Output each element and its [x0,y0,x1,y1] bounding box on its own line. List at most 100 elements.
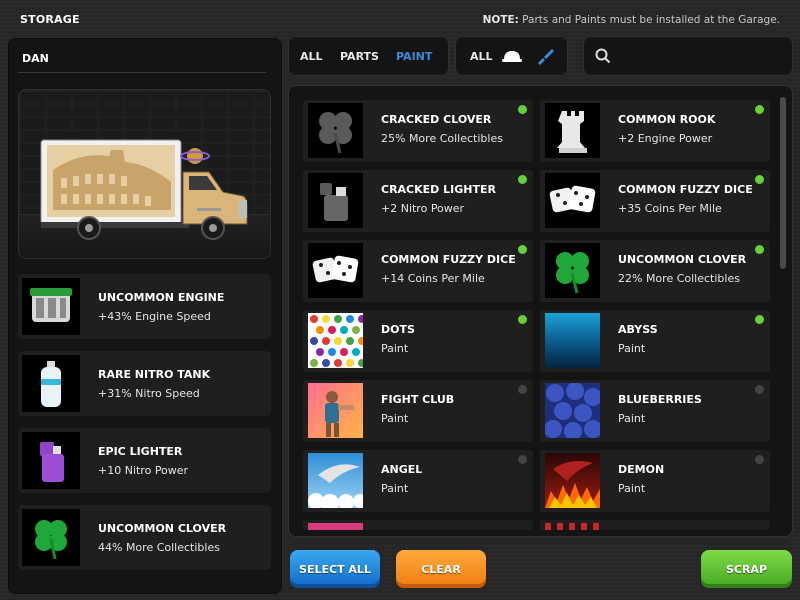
brush-icon[interactable] [536,47,556,65]
item-card[interactable]: DOTS Paint [303,310,533,372]
scrollbar[interactable] [780,97,786,269]
item-desc: 25% More Collectibles [381,132,503,145]
installed-indicator [518,245,527,254]
item-name: ABYSS [618,323,658,336]
item-desc: +10 Nitro Power [98,464,189,477]
tab-paint[interactable]: PAINT [396,50,432,63]
item-card[interactable] [303,520,533,530]
item-name: CRACKED CLOVER [381,113,492,126]
fight-club-paint-icon [308,383,363,438]
note-label: NOTE: [482,14,519,26]
search-box[interactable] [583,36,793,76]
installed-indicator [518,455,527,464]
item-card[interactable]: ABYSS Paint [540,310,770,372]
installed-indicator [755,315,764,324]
item-name: BLUEBERRIES [618,393,702,406]
item-name: CRACKED LIGHTER [381,183,496,196]
blueberries-paint-icon [545,383,600,438]
item-name: COMMON FUZZY DICE [381,253,516,266]
equipped-item[interactable]: UNCOMMON ENGINE +43% Engine Speed [18,274,271,339]
page-title: STORAGE [20,13,80,26]
item-desc: 22% More Collectibles [618,272,740,285]
item-desc: +2 Engine Power [618,132,713,145]
demon-paint-icon [545,453,600,508]
installed-indicator [755,175,764,184]
item-card[interactable]: CRACKED CLOVER 25% More Collectibles [303,100,533,162]
item-name: ANGEL [381,463,423,476]
dice-icon [308,243,363,298]
item-card[interactable] [540,520,770,530]
clear-button[interactable]: CLEAR [396,550,486,588]
type-all[interactable]: ALL [470,50,493,63]
item-name: UNCOMMON CLOVER [98,522,227,535]
item-desc: 44% More Collectibles [98,541,220,554]
installed-indicator [518,315,527,324]
paint-thumbnail [545,523,600,530]
installed-indicator [518,385,527,394]
note-text: Parts and Paints must be installed at th… [522,14,780,26]
installed-indicator [518,105,527,114]
hat-icon[interactable] [501,48,523,64]
installed-indicator [755,455,764,464]
item-desc: Paint [618,412,646,425]
search-icon [595,48,611,64]
item-name: UNCOMMON CLOVER [618,253,747,266]
rook-icon [545,103,600,158]
clover-icon [22,509,80,566]
cracked-clover-icon [308,103,363,158]
truck-preview [18,89,271,259]
angel-paint-icon [308,453,363,508]
installed-indicator [518,175,527,184]
item-desc: +31% Nitro Speed [98,387,200,400]
scrap-button[interactable]: SCRAP [701,550,792,588]
item-name: DOTS [381,323,415,336]
item-desc: Paint [618,342,646,355]
clover-icon [545,243,600,298]
item-desc: Paint [618,482,646,495]
nitro-tank-icon [22,355,80,412]
installed-indicator [755,105,764,114]
item-desc: +14 Coins Per Mile [381,272,485,285]
dots-paint-icon [308,313,363,368]
item-card[interactable]: COMMON FUZZY DICE +14 Coins Per Mile [303,240,533,302]
equipped-item[interactable]: RARE NITRO TANK +31% Nitro Speed [18,351,271,416]
item-name: COMMON ROOK [618,113,716,126]
item-card[interactable]: COMMON FUZZY DICE +35 Coins Per Mile [540,170,770,232]
item-name: EPIC LIGHTER [98,445,183,458]
paint-thumbnail [308,523,363,530]
item-desc: Paint [381,412,409,425]
item-name: COMMON FUZZY DICE [618,183,753,196]
item-card[interactable]: ANGEL Paint [303,450,533,512]
equipped-item[interactable]: UNCOMMON CLOVER 44% More Collectibles [18,505,271,570]
item-desc: +43% Engine Speed [98,310,211,323]
item-name: DEMON [618,463,665,476]
item-desc: +2 Nitro Power [381,202,465,215]
garage-note: NOTE: Parts and Paints must be installed… [483,14,780,26]
item-desc: Paint [381,482,409,495]
item-card[interactable]: CRACKED LIGHTER +2 Nitro Power [303,170,533,232]
category-filter: ALL PARTS PAINT [288,36,449,76]
item-name: RARE NITRO TANK [98,368,211,381]
item-desc: +35 Coins Per Mile [618,202,722,215]
item-card[interactable]: UNCOMMON CLOVER 22% More Collectibles [540,240,770,302]
installed-indicator [755,245,764,254]
tab-all[interactable]: ALL [300,50,323,63]
player-name: DAN [22,52,49,65]
abyss-paint-icon [545,313,600,368]
item-card[interactable]: BLUEBERRIES Paint [540,380,770,442]
lighter-icon [22,432,80,489]
select-all-button[interactable]: SELECT ALL [290,550,380,588]
cracked-lighter-icon [308,173,363,228]
type-filter: ALL [455,36,568,76]
engine-icon [22,278,80,335]
tab-parts[interactable]: PARTS [340,50,379,63]
title-bar: STORAGE NOTE: Parts and Paints must be i… [0,0,800,36]
truck-icon [40,139,248,240]
item-card[interactable]: COMMON ROOK +2 Engine Power [540,100,770,162]
dice-icon [545,173,600,228]
installed-indicator [755,385,764,394]
equipped-item[interactable]: EPIC LIGHTER +10 Nitro Power [18,428,271,493]
item-card[interactable]: DEMON Paint [540,450,770,512]
item-name: UNCOMMON ENGINE [98,291,225,304]
item-card[interactable]: FIGHT CLUB Paint [303,380,533,442]
